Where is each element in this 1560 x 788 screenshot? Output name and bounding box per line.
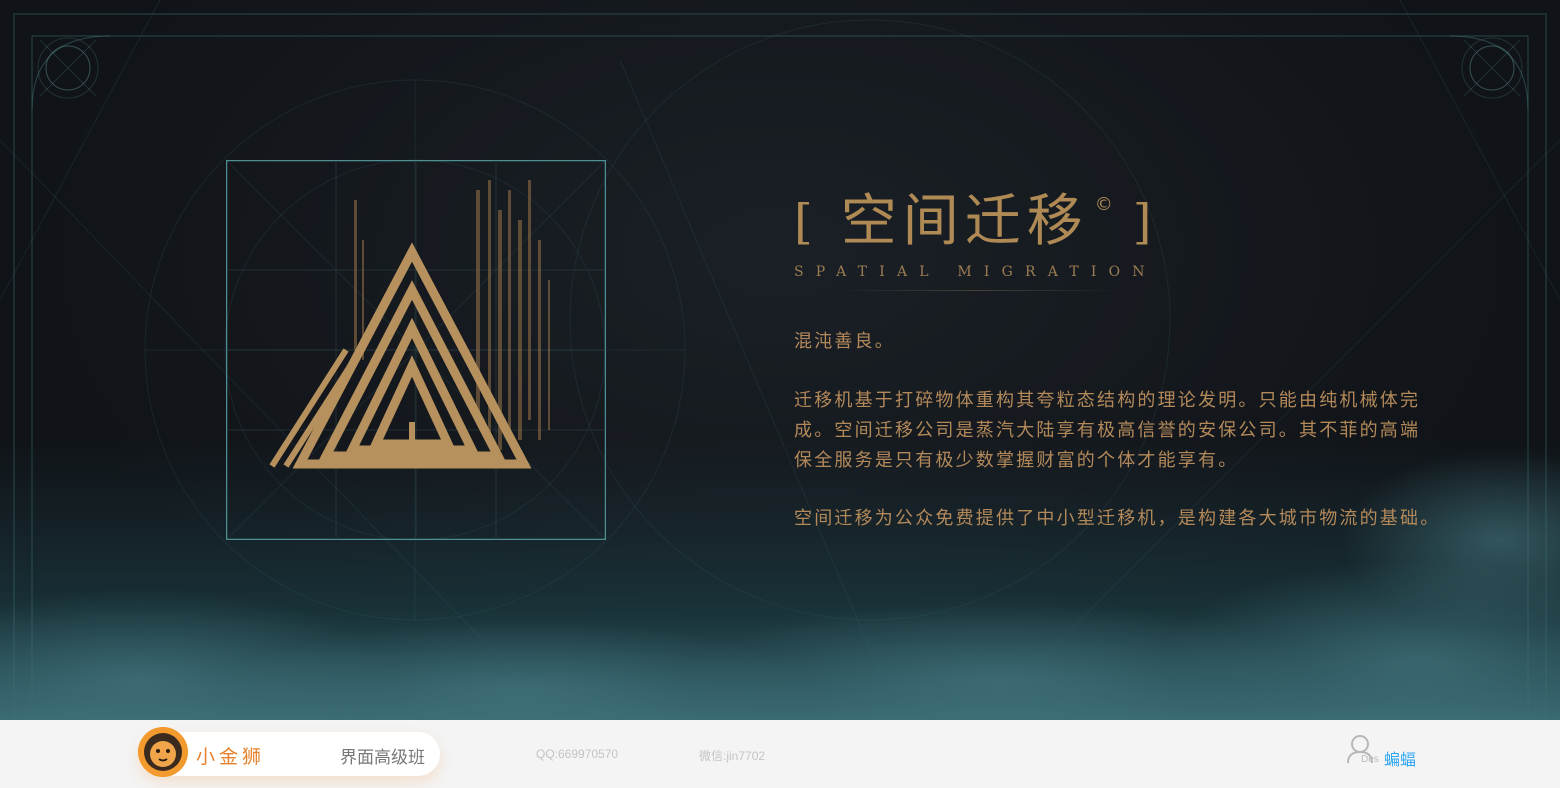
brand-name: 小金狮: [196, 746, 266, 768]
author-credit[interactable]: Des 蝙蝠: [1346, 734, 1426, 774]
page-title: 空间迁移: [840, 189, 1089, 254]
title-bracket-left: [: [794, 194, 813, 250]
subtitle-underline: [834, 290, 1124, 291]
brand-pill[interactable]: 小金狮 界面高级班: [138, 727, 440, 777]
footer-bar: 小金狮 界面高级班 QQ:669970570 微信:jin7702 Des 蝙蝠: [0, 720, 1560, 788]
page-subtitle: SPATIAL MIGRATION: [794, 264, 1157, 280]
hero-title-block: [ 空间迁移 © ] SPATIAL MIGRATION: [794, 188, 1154, 291]
public-service-paragraph: 空间迁移为公众免费提供了中小型迁移机，是构建各大城市物流的基础。: [794, 508, 1441, 529]
triangle-logo-icon: [226, 160, 606, 540]
intro-paragraph: 混沌善良。: [794, 331, 895, 352]
author-name: 蝙蝠: [1384, 750, 1417, 769]
title-bracket-right: ]: [1132, 194, 1152, 250]
copyright-mark: ©: [1094, 194, 1113, 215]
author-role-tag: Des: [1361, 754, 1379, 765]
description-paragraph: 迁移机基于打碎物体重构其夸粒态结构的理论发明。只能由纯机械体完成。空间迁移公司是…: [794, 390, 1421, 471]
wechat-contact: 微信:jin7702: [699, 749, 766, 763]
hero-section: [ 空间迁移 © ] SPATIAL MIGRATION 混沌善良。 迁移机基于…: [0, 0, 1560, 720]
lion-avatar-icon: [138, 727, 188, 777]
course-name: 界面高级班: [340, 748, 425, 768]
qq-contact: QQ:669970570: [536, 747, 619, 761]
